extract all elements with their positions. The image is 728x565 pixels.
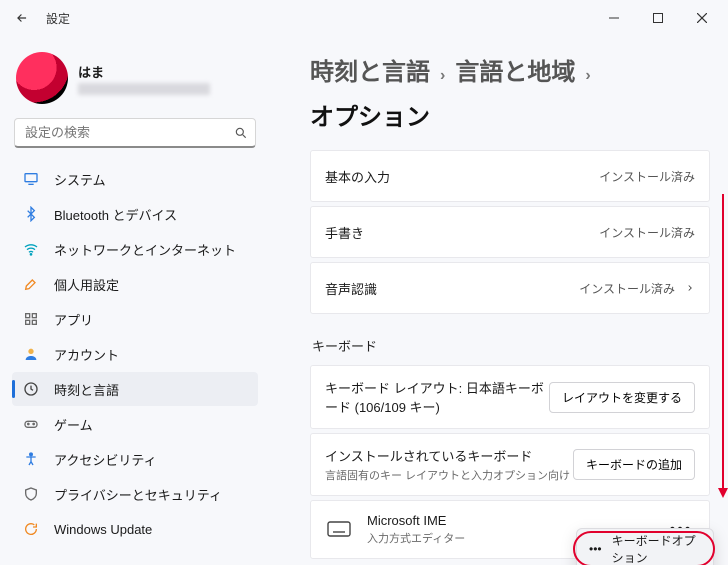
sidebar-item-label: Bluetooth とデバイス	[54, 205, 177, 224]
sidebar-item-label: アプリ	[54, 310, 93, 329]
sidebar-item-system[interactable]: システム	[12, 162, 258, 196]
annotation-arrow	[722, 194, 724, 490]
sidebar-item-personalization[interactable]: 個人用設定	[12, 267, 258, 301]
sidebar-item-time-language[interactable]: 時刻と言語	[12, 372, 258, 406]
status-text: インストール済み	[599, 224, 695, 241]
sidebar-item-label: Windows Update	[54, 522, 152, 537]
maximize-icon	[653, 13, 663, 23]
sidebar-item-label: 時刻と言語	[54, 380, 119, 399]
chevron-right-icon: ›	[585, 67, 590, 85]
sidebar-item-bluetooth[interactable]: Bluetooth とデバイス	[12, 197, 258, 231]
sidebar-item-label: アクセシビリティ	[54, 450, 157, 469]
brush-icon	[22, 275, 40, 293]
profile-info: はま	[78, 62, 210, 95]
sidebar-item-accounts[interactable]: アカウント	[12, 337, 258, 371]
change-layout-button[interactable]: レイアウトを変更する	[549, 382, 695, 413]
profile-name: はま	[78, 62, 210, 81]
card-installed-keyboards: インストールされているキーボード 言語固有のキー レイアウトと入力オプション向け…	[310, 433, 710, 496]
close-icon	[697, 13, 707, 23]
card-title: 音声認識	[325, 279, 377, 298]
card-title: 手書き	[325, 223, 364, 242]
card-subtitle: 言語固有のキー レイアウトと入力オプション向け	[325, 467, 570, 483]
sidebar-item-label: ゲーム	[54, 415, 93, 434]
titlebar: 設定	[0, 0, 728, 36]
search-field[interactable]	[14, 118, 256, 148]
back-arrow-icon	[15, 11, 29, 25]
status-text: インストール済み	[579, 280, 675, 297]
profile[interactable]: はま	[12, 46, 258, 118]
card-handwriting: 手書き インストール済み	[310, 206, 710, 258]
close-button[interactable]	[680, 4, 724, 32]
bluetooth-icon	[22, 205, 40, 223]
menu-item-label: キーボードオプション	[612, 532, 701, 565]
globe-clock-icon	[22, 380, 40, 398]
card-title: キーボード レイアウト: 日本語キーボード (106/109 キー)	[325, 378, 545, 416]
sidebar-item-label: ネットワークとインターネット	[54, 240, 236, 259]
breadcrumb-current: オプション	[310, 97, 430, 132]
breadcrumb: 時刻と言語 › 言語と地域 › オプション	[310, 52, 710, 132]
context-menu: ••• キーボードオプション 削除	[576, 528, 714, 565]
sidebar-nav: システム Bluetooth とデバイス ネットワークとインターネット 個人用設…	[12, 162, 258, 546]
sidebar-item-label: システム	[54, 170, 106, 189]
status-text: インストール済み	[599, 168, 695, 185]
keyboard-icon	[325, 520, 353, 540]
search-icon	[234, 126, 248, 140]
sidebar: はま システム Bluetooth とデバイス ネットワークとインターネット	[0, 36, 266, 565]
sidebar-item-gaming[interactable]: ゲーム	[12, 407, 258, 441]
card-speech[interactable]: 音声認識 インストール済み	[310, 262, 710, 314]
menu-keyboard-options[interactable]: ••• キーボードオプション	[581, 533, 709, 565]
sidebar-item-label: アカウント	[54, 345, 119, 364]
minimize-button[interactable]	[592, 4, 636, 32]
back-button[interactable]	[10, 6, 34, 30]
breadcrumb-level1[interactable]: 時刻と言語	[310, 52, 430, 87]
minimize-icon	[609, 13, 619, 23]
sidebar-item-windows-update[interactable]: Windows Update	[12, 512, 258, 546]
sidebar-item-apps[interactable]: アプリ	[12, 302, 258, 336]
sidebar-item-label: プライバシーとセキュリティ	[54, 485, 222, 504]
update-icon	[22, 520, 40, 538]
main-content: 時刻と言語 › 言語と地域 › オプション 基本の入力 インストール済み 手書き…	[266, 36, 728, 565]
card-title: Microsoft IME	[367, 513, 465, 528]
person-icon	[22, 345, 40, 363]
more-horizontal-icon: •••	[589, 542, 602, 556]
window-title: 設定	[46, 10, 70, 27]
layout: はま システム Bluetooth とデバイス ネットワークとインターネット	[0, 36, 728, 565]
card-keyboard-layout: キーボード レイアウト: 日本語キーボード (106/109 キー) レイアウト…	[310, 365, 710, 429]
card-basic-input: 基本の入力 インストール済み	[310, 150, 710, 202]
add-keyboard-button[interactable]: キーボードの追加	[573, 449, 695, 480]
chevron-right-icon: ›	[440, 67, 445, 85]
apps-icon	[22, 310, 40, 328]
sidebar-item-network[interactable]: ネットワークとインターネット	[12, 232, 258, 266]
display-icon	[22, 170, 40, 188]
breadcrumb-level2[interactable]: 言語と地域	[455, 52, 575, 87]
sidebar-item-privacy[interactable]: プライバシーとセキュリティ	[12, 477, 258, 511]
wifi-icon	[22, 240, 40, 258]
sidebar-item-label: 個人用設定	[54, 275, 119, 294]
chevron-right-icon	[685, 283, 695, 293]
profile-email-redacted	[78, 83, 210, 95]
avatar	[16, 52, 68, 104]
card-subtitle: 入力方式エディター	[367, 530, 465, 546]
card-title: インストールされているキーボード	[325, 446, 570, 465]
search-input[interactable]	[14, 118, 256, 148]
card-title: 基本の入力	[325, 167, 390, 186]
window-controls	[592, 4, 724, 32]
maximize-button[interactable]	[636, 4, 680, 32]
section-keyboard-label: キーボード	[312, 336, 710, 355]
accessibility-icon	[22, 450, 40, 468]
sidebar-item-accessibility[interactable]: アクセシビリティ	[12, 442, 258, 476]
gamepad-icon	[22, 415, 40, 433]
shield-icon	[22, 485, 40, 503]
